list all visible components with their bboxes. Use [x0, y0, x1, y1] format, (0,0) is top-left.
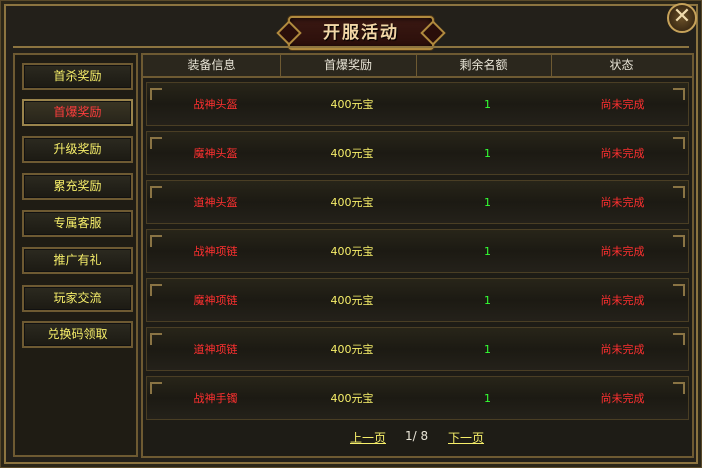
equipment-name: 战神头盔: [193, 98, 238, 111]
reward-amount: 400元宝: [330, 392, 374, 405]
close-icon[interactable]: ✕: [667, 3, 697, 33]
prev-page-link[interactable]: 上一页: [350, 429, 386, 446]
table-row: 战神项链 400元宝 1 尚未完成: [146, 229, 689, 273]
window-title: 开服活动: [288, 16, 434, 50]
sidebar-item-first-drop-reward[interactable]: 首爆奖励: [22, 99, 133, 126]
equipment-name: 道神头盔: [193, 196, 238, 209]
reward-amount: 400元宝: [330, 196, 374, 209]
remaining-count: 1: [484, 245, 491, 258]
equipment-name: 魔神头盔: [193, 147, 238, 160]
table-row: 魔神头盔 400元宝 1 尚未完成: [146, 131, 689, 175]
reward-table: 装备信息 首爆奖励 剩余名额 状态 战神头盔 400元宝 1 尚未完成 魔神头盔…: [141, 53, 694, 458]
pagination: 上一页 1/ 8 下一页: [143, 429, 692, 445]
equipment-name: 战神项链: [193, 245, 238, 258]
header-reward: 首爆奖励: [323, 58, 372, 72]
sidebar-item-exclusive-support[interactable]: 专属客服: [22, 210, 133, 237]
sidebar-item-referral-gift[interactable]: 推广有礼: [22, 247, 133, 274]
sidebar-item-first-kill-reward[interactable]: 首杀奖励: [22, 63, 133, 90]
sidebar-item-level-up-reward[interactable]: 升级奖励: [22, 136, 133, 163]
status-text: 尚未完成: [600, 294, 645, 307]
remaining-count: 1: [484, 98, 491, 111]
table-row: 道神头盔 400元宝 1 尚未完成: [146, 180, 689, 224]
status-text: 尚未完成: [600, 196, 645, 209]
sidebar-item-redeem-code[interactable]: 兑换码领取: [22, 321, 133, 348]
page-indicator: 1/ 8: [405, 429, 429, 443]
equipment-name: 战神手镯: [193, 392, 238, 405]
remaining-count: 1: [484, 196, 491, 209]
remaining-count: 1: [484, 343, 491, 356]
status-text: 尚未完成: [600, 245, 645, 258]
sidebar: 首杀奖励 首爆奖励 升级奖励 累充奖励 专属客服 推广有礼 玩家交流 兑换码领取: [13, 53, 138, 457]
table-row: 道神项链 400元宝 1 尚未完成: [146, 327, 689, 371]
equipment-name: 魔神项链: [193, 294, 238, 307]
event-window: 开服活动 ✕ 首杀奖励 首爆奖励 升级奖励 累充奖励 专属客服 推广有礼 玩家交…: [0, 0, 702, 468]
title-divider: [13, 46, 689, 48]
next-page-link[interactable]: 下一页: [448, 429, 484, 446]
reward-amount: 400元宝: [330, 98, 374, 111]
remaining-count: 1: [484, 147, 491, 160]
table-row: 战神头盔 400元宝 1 尚未完成: [146, 82, 689, 126]
remaining-count: 1: [484, 392, 491, 405]
table-row: 战神手镯 400元宝 1 尚未完成: [146, 376, 689, 420]
equipment-name: 道神项链: [193, 343, 238, 356]
status-text: 尚未完成: [600, 147, 645, 160]
remaining-count: 1: [484, 294, 491, 307]
sidebar-item-player-community[interactable]: 玩家交流: [22, 285, 133, 312]
status-text: 尚未完成: [600, 98, 645, 111]
reward-amount: 400元宝: [330, 147, 374, 160]
header-equipment: 装备信息: [187, 58, 236, 72]
sidebar-item-recharge-reward[interactable]: 累充奖励: [22, 173, 133, 200]
table-header: 装备信息 首爆奖励 剩余名额 状态: [143, 55, 692, 78]
header-status: 状态: [609, 58, 634, 72]
status-text: 尚未完成: [600, 343, 645, 356]
table-row: 魔神项链 400元宝 1 尚未完成: [146, 278, 689, 322]
reward-amount: 400元宝: [330, 294, 374, 307]
status-text: 尚未完成: [600, 392, 645, 405]
header-remaining: 剩余名额: [459, 58, 508, 72]
reward-amount: 400元宝: [330, 343, 374, 356]
reward-amount: 400元宝: [330, 245, 374, 258]
